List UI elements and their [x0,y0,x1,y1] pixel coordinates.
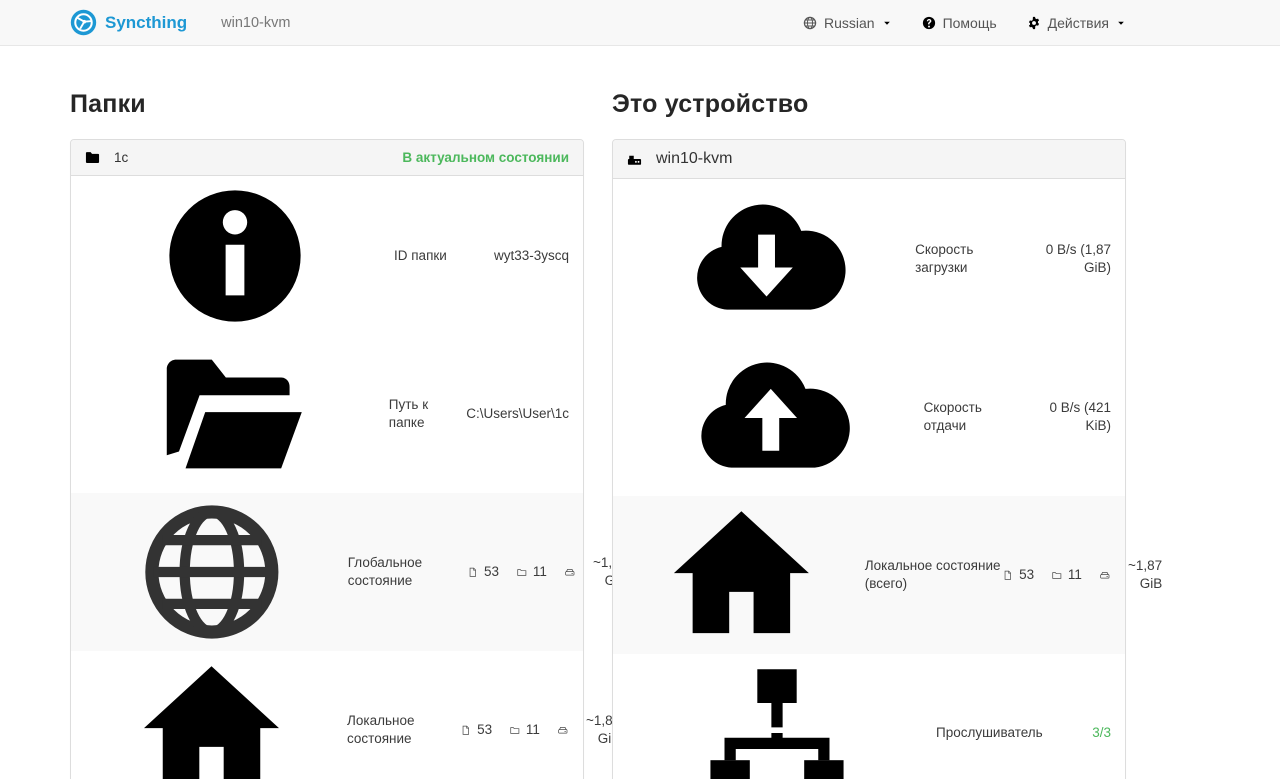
folders-heading: Папки [70,90,584,119]
device-row-download-rate: Скорость загрузки 0 B/s (1,87 GiB) [613,180,1125,338]
device-icon [627,152,642,167]
brand-name: Syncthing [105,13,187,33]
device-row-upload-rate: Скорость отдачи 0 B/s (421 KiB) [613,338,1125,496]
listeners-value: 3/3 [1092,724,1111,742]
download-rate-value: 0 B/s (1,87 GiB) [1022,241,1111,277]
folder-outline-icon [517,566,527,579]
this-device-header[interactable]: win10-kvm [613,140,1125,178]
folder-name: 1c [114,150,128,165]
home-icon [627,500,856,650]
globe-icon [803,16,817,30]
hdd-icon [565,566,575,579]
home-icon [85,655,338,779]
this-device-panel: win10-kvm Скорость загрузки 0 B/s (1,87 … [612,139,1126,779]
help-menu[interactable]: Помощь [922,15,997,31]
folder-id-value: wyt33-3yscq [494,247,569,265]
folder-outline-icon [1052,569,1062,582]
folder-row-global-state: Глобальное состояние 53 11 ~1,87 GiB [71,493,583,651]
folder-panel-1c: 1c В актуальном состоянии ID папки wyt33… [70,139,584,779]
actions-menu[interactable]: Действия [1027,15,1126,31]
cloud-download-icon [627,184,906,334]
folder-icon [85,150,100,165]
folder-1c-header[interactable]: 1c В актуальном состоянии [71,140,583,175]
folder-open-icon [85,339,380,489]
device-row-local-state: Локальное состояние (всего) 53 11 ~1,87 … [613,496,1125,654]
help-label: Помощь [943,15,997,31]
hdd-icon [558,724,568,737]
folder-outline-icon [510,724,520,737]
folders-column: Папки 1c В актуальном состоянии ID папки… [70,46,584,779]
folder-path-value: C:\Users\User\1c [466,405,569,423]
file-icon [461,724,471,737]
syncthing-brand[interactable]: Syncthing [70,9,187,36]
folder-status-badge: В актуальном состоянии [402,150,569,165]
sitemap-icon [627,658,927,779]
local-state-total-value: 53 11 ~1,87 GiB [1003,557,1162,593]
caret-down-icon [882,18,892,28]
top-navbar: Syncthing win10-kvm Russian Помощь Дейст… [0,0,1280,46]
globe-icon [85,497,339,647]
device-name: win10-kvm [656,150,732,168]
global-state-value: 53 11 ~1,87 GiB [468,554,627,590]
language-label: Russian [824,15,875,31]
this-device-details: Скорость загрузки 0 B/s (1,87 GiB) Скоро… [613,178,1125,779]
folder-row-local-state: Локальное состояние 53 11 ~1,87 GiB [71,651,583,779]
question-circle-icon [922,16,936,30]
local-state-value: 53 11 ~1,87 GiB [461,712,620,748]
info-circle-icon [85,181,385,331]
folder-row-path: Путь к папке C:\Users\User\1c [71,335,583,493]
caret-down-icon [1116,18,1126,28]
folder-row-id: ID папки wyt33-3yscq [71,177,583,335]
file-icon [468,566,478,579]
device-row-listeners: Прослушиватель 3/3 [613,654,1125,779]
syncthing-logo-icon [70,9,97,36]
language-menu[interactable]: Russian [803,15,892,31]
hdd-icon [1100,569,1110,582]
navbar-device-name: win10-kvm [221,15,290,31]
navbar-menu: Russian Помощь Действия [803,15,1126,31]
cloud-upload-icon [627,342,915,492]
actions-label: Действия [1048,15,1109,31]
devices-column: Это устройство win10-kvm Скорость загруз… [612,46,1126,779]
this-device-heading: Это устройство [612,90,1126,119]
folder-1c-details: ID папки wyt33-3yscq Путь к папке C:\Use… [71,175,583,779]
upload-rate-value: 0 B/s (421 KiB) [1024,399,1111,435]
gear-icon [1027,16,1041,30]
file-icon [1003,569,1013,582]
